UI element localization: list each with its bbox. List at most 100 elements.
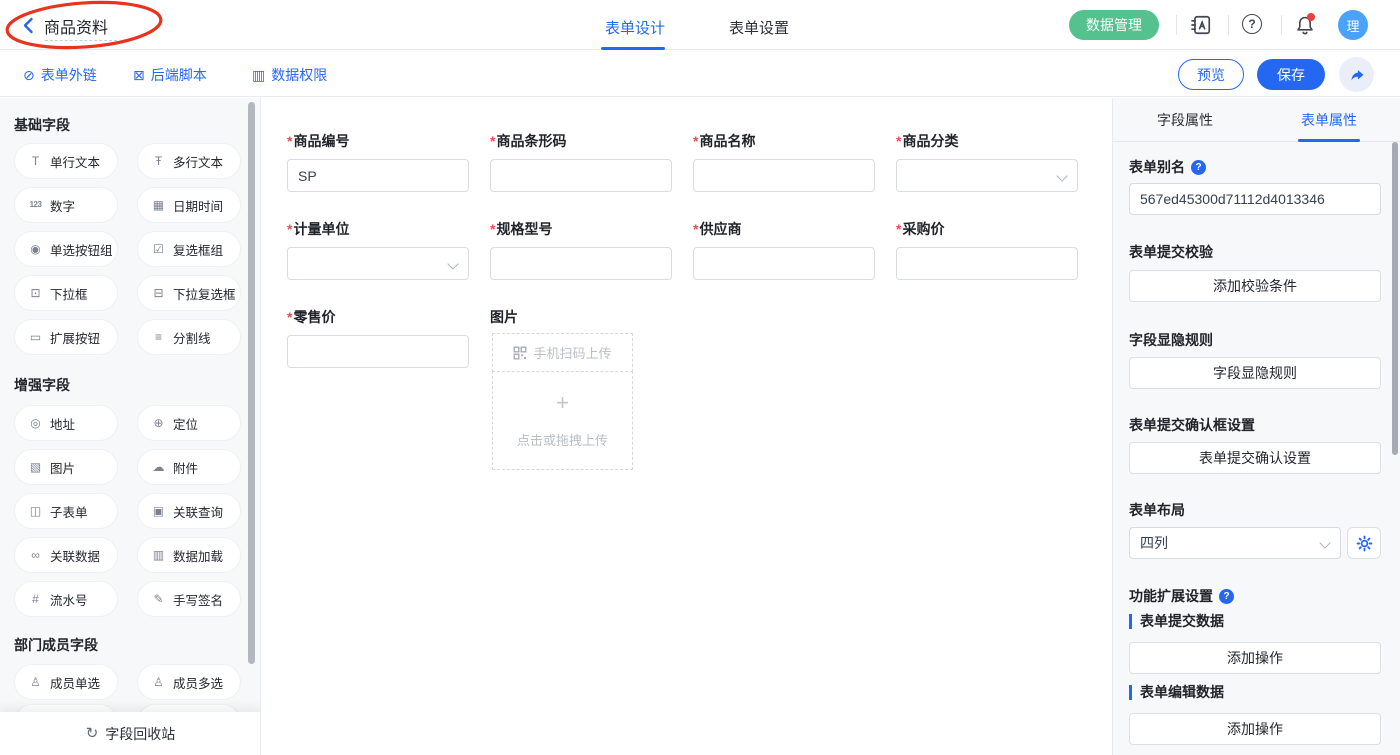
- add-submit-action-button[interactable]: 添加操作: [1129, 642, 1381, 674]
- field-pill-datetime[interactable]: ▦日期时间: [137, 187, 241, 223]
- field-pill-member-single[interactable]: ♙成员单选: [14, 664, 118, 700]
- field-pill-subform[interactable]: ◫子表单: [14, 493, 118, 529]
- field-select[interactable]: [287, 247, 469, 280]
- form-external-link[interactable]: ⊘ 表单外链: [23, 65, 97, 85]
- form-field-supplier[interactable]: 供应商: [693, 219, 875, 280]
- tab-form-design[interactable]: 表单设计: [605, 17, 665, 38]
- tab-form-properties[interactable]: 表单属性: [1257, 98, 1400, 141]
- share-button[interactable]: [1339, 57, 1374, 92]
- form-field-image[interactable]: 图片: [490, 307, 672, 335]
- help-icon[interactable]: ?: [1191, 160, 1206, 175]
- form-field-retail-price[interactable]: 零售价: [287, 307, 469, 368]
- field-pill-dropdown[interactable]: ⊡下拉框: [14, 275, 118, 311]
- header-divider: [1176, 15, 1177, 35]
- field-visibility-button[interactable]: 字段显隐规则: [1129, 357, 1381, 389]
- field-pill-serial-number[interactable]: #流水号: [14, 581, 118, 617]
- avatar[interactable]: 理: [1338, 10, 1368, 40]
- form-layout-select[interactable]: 四列: [1129, 527, 1341, 559]
- field-pill-address[interactable]: ◎地址: [14, 405, 118, 441]
- field-label: 商品条形码: [490, 131, 672, 151]
- form-field-product-name[interactable]: 商品名称: [693, 131, 875, 192]
- back-icon[interactable]: [20, 16, 38, 35]
- field-input[interactable]: [693, 247, 875, 280]
- section-title-enhanced-fields: 增强字段: [14, 375, 70, 395]
- field-pill-location[interactable]: ⊕定位: [137, 405, 241, 441]
- help-icon[interactable]: ?: [1242, 14, 1262, 34]
- backend-script-link[interactable]: ⊠ 后端脚本: [133, 65, 207, 85]
- field-label: 零售价: [287, 307, 469, 327]
- field-pill-checkbox-group[interactable]: ☑复选框组: [137, 231, 241, 267]
- help-icon[interactable]: ?: [1219, 589, 1234, 604]
- header-divider: [1228, 15, 1229, 35]
- add-edit-action-button[interactable]: 添加操作: [1129, 713, 1381, 745]
- field-pill-linked-data[interactable]: ∞关联数据: [14, 537, 118, 573]
- multi-dropdown-icon: ⊟: [151, 287, 166, 299]
- field-pill-label: 日期时间: [173, 196, 223, 215]
- linked-data-icon: ∞: [28, 549, 43, 561]
- field-pill-single-line-text[interactable]: T单行文本: [14, 143, 118, 179]
- field-recycle-bin[interactable]: ↻ 字段回收站: [0, 712, 261, 755]
- field-select[interactable]: [896, 159, 1078, 192]
- field-pill-data-load[interactable]: ▥数据加载: [137, 537, 241, 573]
- field-pill-label: 成员多选: [173, 673, 223, 692]
- form-field-product-code[interactable]: 商品编号 SP: [287, 131, 469, 192]
- field-label: 图片: [490, 307, 672, 327]
- page-scrollbar[interactable]: [1392, 142, 1398, 455]
- member-single-icon: ♙: [28, 676, 43, 688]
- form-alias-input[interactable]: 567ed45300d71112d4013346: [1129, 183, 1381, 215]
- field-pill-signature[interactable]: ✎手写签名: [137, 581, 241, 617]
- dropdown-icon: ⊡: [28, 287, 43, 299]
- tab-form-settings[interactable]: 表单设置: [729, 17, 789, 38]
- form-field-purchase-price[interactable]: 采购价: [896, 219, 1078, 280]
- form-field-spec-model[interactable]: 规格型号: [490, 219, 672, 280]
- field-pill-label: 子表单: [50, 502, 88, 521]
- form-field-product-category[interactable]: 商品分类: [896, 131, 1078, 192]
- add-validation-button[interactable]: 添加校验条件: [1129, 270, 1381, 302]
- linked-query-icon: ▣: [151, 505, 166, 517]
- layout-settings-button[interactable]: [1347, 527, 1381, 559]
- field-pill-label: 数字: [50, 196, 75, 215]
- external-link-icon: ⊘: [23, 68, 35, 82]
- preview-button[interactable]: 预览: [1178, 59, 1244, 90]
- field-input[interactable]: [287, 335, 469, 368]
- contacts-icon[interactable]: [1190, 14, 1212, 36]
- submit-confirm-button[interactable]: 表单提交确认设置: [1129, 442, 1381, 474]
- form-field-unit[interactable]: 计量单位: [287, 219, 469, 280]
- sidebar-scrollbar[interactable]: [248, 102, 255, 664]
- field-pill-number[interactable]: 123数字: [14, 187, 118, 223]
- field-label: 供应商: [693, 219, 875, 239]
- header-divider: [1281, 15, 1282, 35]
- tab-field-properties[interactable]: 字段属性: [1113, 98, 1257, 141]
- field-pill-multi-dropdown[interactable]: ⊟下拉复选框: [137, 275, 241, 311]
- data-manage-button[interactable]: 数据管理: [1069, 10, 1159, 40]
- divider-line-icon: ≡: [151, 331, 166, 343]
- field-pill-multi-line-text[interactable]: Ŧ多行文本: [137, 143, 241, 179]
- field-pill-member-multi[interactable]: ♙ 成员多选: [137, 664, 241, 700]
- field-pill-attachment[interactable]: ☁附件: [137, 449, 241, 485]
- field-input[interactable]: SP: [287, 159, 469, 192]
- field-pill-extend-button[interactable]: ▭扩展按钮: [14, 319, 118, 355]
- field-pill-divider-line[interactable]: ≡分割线: [137, 319, 241, 355]
- field-pill-label: 复选框组: [173, 240, 223, 259]
- member-multi-icon: ♙: [151, 676, 166, 688]
- gear-icon: [1356, 535, 1373, 552]
- attachment-icon: ☁: [151, 461, 166, 473]
- image-upload-drop[interactable]: + 点击或拖拽上传: [492, 371, 633, 470]
- field-pill-linked-query[interactable]: ▣关联查询: [137, 493, 241, 529]
- field-input[interactable]: [490, 159, 672, 192]
- field-pill-image[interactable]: ▧图片: [14, 449, 118, 485]
- field-input[interactable]: [896, 247, 1078, 280]
- signature-icon: ✎: [151, 593, 166, 605]
- field-pill-label: 地址: [50, 414, 75, 433]
- image-upload-scan[interactable]: 手机扫码上传: [492, 333, 633, 372]
- field-label: 采购价: [896, 219, 1078, 239]
- panel-tabs: 字段属性 表单属性: [1113, 98, 1400, 142]
- field-input[interactable]: [490, 247, 672, 280]
- save-button[interactable]: 保存: [1257, 59, 1325, 90]
- field-pill-radio-group[interactable]: ◉单选按钮组: [14, 231, 118, 267]
- field-input[interactable]: [693, 159, 875, 192]
- active-tab-underline: [601, 47, 665, 50]
- field-label: 商品分类: [896, 131, 1078, 151]
- data-permission-link[interactable]: ▥ 数据权限: [252, 65, 327, 85]
- form-field-barcode[interactable]: 商品条形码: [490, 131, 672, 192]
